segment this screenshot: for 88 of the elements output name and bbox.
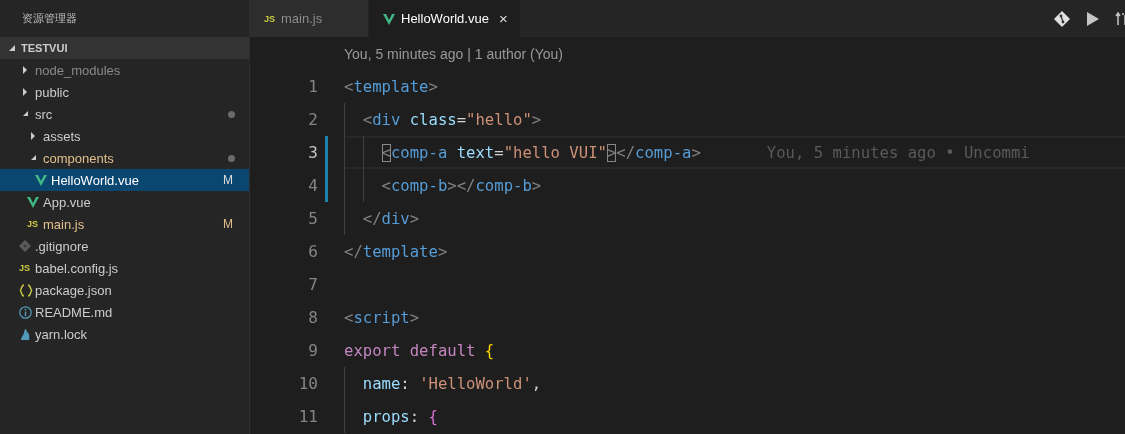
editor-tab[interactable]: HelloWorld.vue × <box>369 0 521 37</box>
expanded-icon <box>8 44 16 52</box>
matched-bracket: > <box>606 143 617 162</box>
close-icon[interactable]: × <box>498 10 508 27</box>
file-item[interactable]: yarn.lock <box>0 323 249 345</box>
section-header[interactable]: TESTVUI <box>0 37 249 59</box>
file-item[interactable]: README.md <box>0 301 249 323</box>
line-number: 5 <box>307 209 318 228</box>
code-token: > <box>531 176 542 195</box>
folder-item[interactable]: assets <box>0 125 249 147</box>
file-item[interactable]: .gitignore <box>0 235 249 257</box>
line-number: 2 <box>307 110 318 129</box>
code-token: </ <box>362 209 382 228</box>
code-token: { <box>428 407 438 426</box>
info-icon <box>19 305 32 319</box>
code-token: </ <box>616 143 636 162</box>
folder-item[interactable]: components <box>0 147 249 169</box>
folder-item[interactable]: src <box>0 103 249 125</box>
code-token: < <box>344 308 354 327</box>
line-number: 11 <box>297 407 318 426</box>
braces-icon <box>19 283 33 297</box>
code-token: </ <box>344 242 363 261</box>
code-token: name <box>362 374 401 393</box>
code-token: : <box>409 407 420 426</box>
v-logo-icon <box>27 196 39 208</box>
expanded-icon <box>30 154 37 162</box>
blame-annotation: You, 5 minutes ago • Uncommi <box>766 143 1030 162</box>
code-token: = <box>456 110 467 129</box>
code-token: > <box>409 209 420 228</box>
code-token: , <box>531 374 542 393</box>
line-number: 8 <box>307 308 318 327</box>
code-token: template <box>353 77 429 96</box>
code-token: div <box>381 209 410 228</box>
js-icon: JS <box>19 263 30 273</box>
codelens-text[interactable]: You, 5 minutes ago | 1 author (You) <box>344 45 563 62</box>
v-logo-icon <box>383 12 395 25</box>
line-number: 4 <box>307 176 318 195</box>
diamond-icon <box>1054 10 1070 27</box>
code-token: "hello VUI" <box>503 143 607 162</box>
line-number: 7 <box>307 275 318 294</box>
code-token: 'HelloWorld' <box>419 374 532 393</box>
code-token: = <box>494 143 504 162</box>
code-token: { <box>484 341 495 360</box>
line-number: 6 <box>307 242 318 261</box>
code-token: < <box>344 77 354 96</box>
line-number: 10 <box>297 374 318 393</box>
code-token: < <box>381 176 391 195</box>
file-item[interactable]: JS babel.config.js <box>0 257 249 279</box>
code-token: comp-b <box>390 176 448 195</box>
code-token: props <box>362 407 410 426</box>
code-token: > <box>428 77 438 96</box>
collapsed-icon <box>22 88 29 96</box>
v-logo-icon <box>35 174 47 186</box>
code-token: script <box>353 308 410 327</box>
collapsed-icon <box>22 66 29 74</box>
editor-tab[interactable]: JS main.js <box>250 0 369 37</box>
code-token: text <box>456 143 495 162</box>
line-number: 1 <box>307 77 318 96</box>
file-item[interactable]: JS main.js M <box>0 213 249 235</box>
explorer-title: 资源管理器 <box>21 11 78 26</box>
code-token: template <box>362 242 438 261</box>
code-token: > <box>531 110 542 129</box>
file-item[interactable]: App.vue <box>0 191 249 213</box>
expanded-icon <box>22 110 29 118</box>
code-token: "hello" <box>466 110 532 129</box>
code-token: comp-a <box>390 143 448 162</box>
code-token: class <box>409 110 457 129</box>
code-token: > <box>437 242 448 261</box>
code-token: comp-b <box>475 176 532 195</box>
code-token: comp-a <box>635 143 692 162</box>
line-number: 3 <box>307 143 318 162</box>
code-token: export default <box>344 341 476 360</box>
code-token: < <box>362 110 373 129</box>
code-token: : <box>400 374 410 393</box>
code-token: ></ <box>447 176 476 195</box>
diamond-icon <box>19 240 31 252</box>
line-number: 9 <box>307 341 318 360</box>
code-token: > <box>409 308 420 327</box>
js-icon: JS <box>27 219 38 229</box>
file-item[interactable]: package.json <box>0 279 249 301</box>
code-token: > <box>691 143 701 162</box>
folder-item[interactable]: public <box>0 81 249 103</box>
code-token: div <box>372 110 401 129</box>
play-icon <box>1086 11 1099 26</box>
collapsed-icon <box>30 132 37 140</box>
file-item[interactable]: HelloWorld.vue M <box>0 169 249 191</box>
folder-item[interactable]: node_modules <box>0 59 249 81</box>
js-icon: JS <box>264 13 275 24</box>
